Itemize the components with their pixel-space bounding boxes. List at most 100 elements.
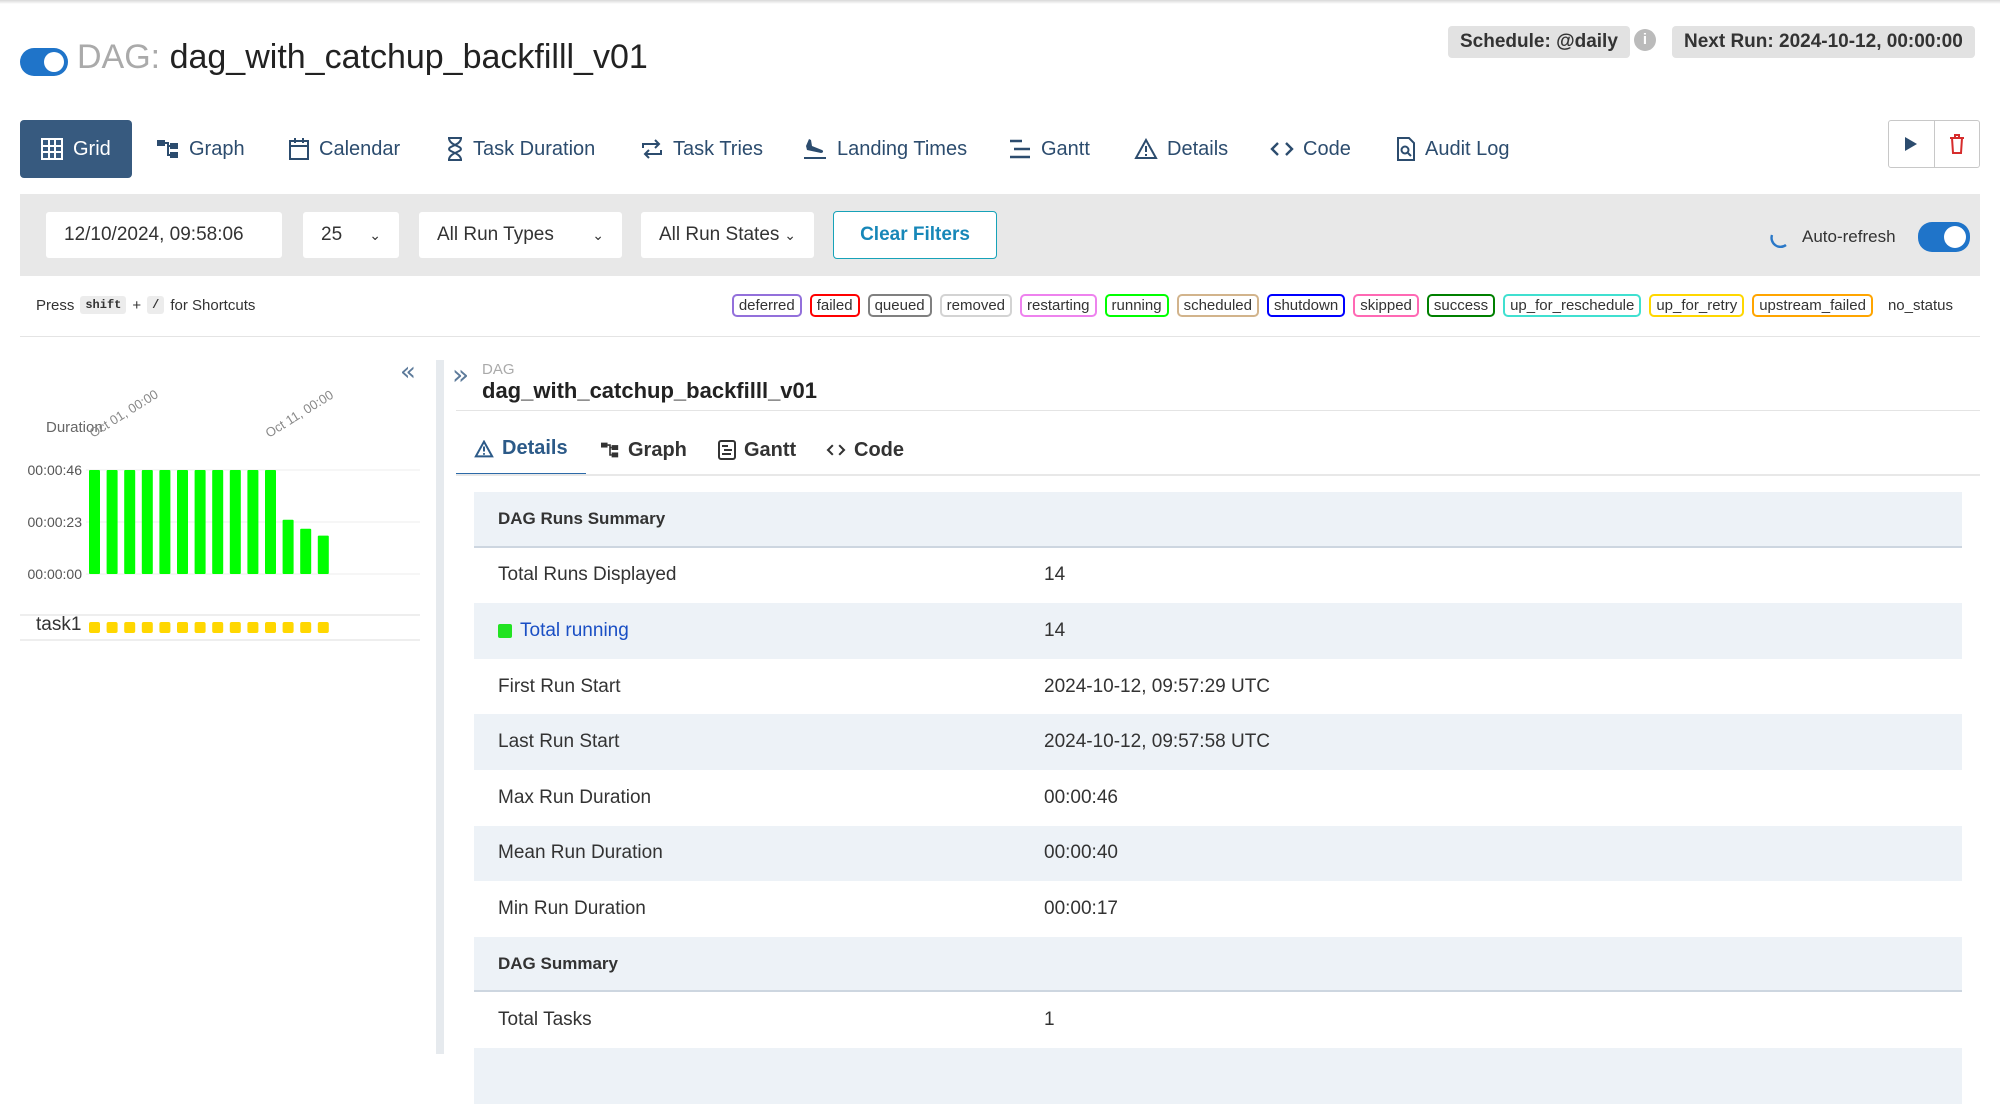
gantt-icon xyxy=(1010,139,1030,159)
double-chevron-right-icon[interactable]: » xyxy=(452,358,469,391)
table-row: First Run Start 2024-10-12, 09:57:29 UTC xyxy=(474,659,1962,715)
row-value: 00:00:46 xyxy=(1044,786,1118,808)
breadcrumb-dag-id[interactable]: dag_with_catchup_backfilll_v01 xyxy=(482,378,817,404)
tab-audit-log[interactable]: Audit Log xyxy=(1396,120,1510,178)
row-key: Max Run Duration xyxy=(498,786,652,808)
pane-resizer[interactable] xyxy=(436,360,444,1054)
table-row: Total Runs Displayed 14 xyxy=(474,548,1962,604)
total-running-link[interactable]: Total running xyxy=(474,620,1044,642)
tab-grid[interactable]: Grid xyxy=(20,120,132,178)
run-duration-chart: Duration 00:00:4600:00:2300:00:00 Oct 01… xyxy=(20,357,420,641)
run-bar[interactable] xyxy=(141,470,153,574)
subtab-details[interactable]: Details xyxy=(456,424,586,476)
task-label[interactable]: task1 xyxy=(36,614,81,635)
legend-scheduled[interactable]: scheduled xyxy=(1176,294,1259,317)
run-state-select[interactable]: All Run States ⌄ xyxy=(641,212,814,258)
legend-restarting[interactable]: restarting xyxy=(1020,294,1097,317)
subtab-gantt[interactable]: Gantt xyxy=(718,424,796,476)
delete-dag-button[interactable] xyxy=(1933,121,1980,167)
play-icon xyxy=(1905,137,1918,151)
row-value: 2024-10-12, 09:57:58 UTC xyxy=(1044,731,1271,753)
run-bar[interactable] xyxy=(282,519,294,574)
legend-removed[interactable]: removed xyxy=(939,294,1012,317)
row-key: Total Runs Displayed xyxy=(498,564,677,586)
task-instance-cell[interactable] xyxy=(247,622,259,633)
grid-icon xyxy=(41,138,63,160)
task-instance-cell[interactable] xyxy=(177,622,188,633)
run-bar[interactable] xyxy=(247,470,259,574)
row-key: Last Run Start xyxy=(498,731,620,753)
run-bar[interactable] xyxy=(177,470,188,574)
task-instance-cell[interactable] xyxy=(141,622,153,633)
tab-code[interactable]: Code xyxy=(1270,120,1351,178)
subtab-graph[interactable]: Graph xyxy=(600,424,687,476)
legend-queued[interactable]: queued xyxy=(867,294,932,317)
table-section-header: DAG Summary xyxy=(474,936,1962,993)
legend-shutdown[interactable]: shutdown xyxy=(1266,294,1346,317)
run-bar[interactable] xyxy=(194,470,206,574)
legend-skipped[interactable]: skipped xyxy=(1353,294,1419,317)
legend-success[interactable]: success xyxy=(1426,294,1496,317)
graph-icon xyxy=(601,442,619,458)
task-instance-cell[interactable] xyxy=(194,622,206,633)
task-instance-cell[interactable] xyxy=(300,622,312,633)
legend-failed[interactable]: failed xyxy=(809,294,860,317)
run-bar[interactable] xyxy=(106,470,118,574)
code-icon xyxy=(1270,142,1294,156)
run-bar[interactable] xyxy=(89,470,100,574)
task-instance-cell[interactable] xyxy=(89,622,100,633)
tab-graph[interactable]: Graph xyxy=(156,120,245,178)
legend-upstream-failed[interactable]: upstream_failed xyxy=(1752,294,1873,317)
task-instance-cell[interactable] xyxy=(212,622,224,633)
calendar-icon xyxy=(289,138,309,160)
legend-running[interactable]: running xyxy=(1104,294,1169,317)
run-type-select[interactable]: All Run Types ⌄ xyxy=(419,212,622,258)
landing-icon xyxy=(804,139,826,159)
row-value: 1 xyxy=(1044,1009,1055,1031)
dag-pause-toggle[interactable] xyxy=(20,48,68,76)
run-bar[interactable] xyxy=(229,470,241,574)
task-instance-cell[interactable] xyxy=(229,622,241,633)
run-bar[interactable] xyxy=(124,470,136,574)
tab-gantt[interactable]: Gantt xyxy=(1008,120,1090,178)
task-instance-cell[interactable] xyxy=(265,622,276,633)
task-instance-cell[interactable] xyxy=(106,622,118,633)
info-icon[interactable]: i xyxy=(1634,29,1656,51)
task-instance-cell[interactable] xyxy=(317,622,329,633)
auto-refresh-toggle[interactable] xyxy=(1917,222,1970,252)
tab-task-tries[interactable]: Task Tries xyxy=(640,120,763,178)
tab-details[interactable]: Details xyxy=(1134,120,1228,178)
base-date-input[interactable]: 12/10/2024, 09:58:06 xyxy=(46,212,282,258)
running-status-icon xyxy=(498,623,512,638)
row-value: 14 xyxy=(1044,619,1066,641)
shortcut-key: / xyxy=(147,296,165,314)
tab-landing-times[interactable]: Landing Times xyxy=(802,120,967,178)
tab-calendar[interactable]: Calendar xyxy=(288,120,400,178)
auto-refresh: Auto-refresh xyxy=(1768,222,1970,252)
double-chevron-left-icon[interactable]: « xyxy=(400,357,416,387)
tab-task-duration[interactable]: Task Duration xyxy=(446,120,595,178)
run-bar[interactable] xyxy=(317,535,329,574)
task-instance-cell[interactable] xyxy=(159,622,171,633)
legend-no-status[interactable]: no_status xyxy=(1880,294,1960,317)
schedule-badge: Schedule: @daily xyxy=(1448,26,1630,58)
run-bar[interactable] xyxy=(212,470,224,574)
shortcuts-hint: Press shift + / for Shortcuts xyxy=(36,296,256,314)
task-instance-cell[interactable] xyxy=(282,622,294,633)
table-section-header: DAG Runs Summary xyxy=(474,492,1962,548)
legend-up-for-retry[interactable]: up_for_retry xyxy=(1649,294,1745,317)
divider xyxy=(456,410,1980,411)
task-instance-cell[interactable] xyxy=(124,622,136,633)
chevron-down-icon: ⌄ xyxy=(369,226,381,243)
clear-filters-button[interactable]: Clear Filters xyxy=(833,211,997,259)
run-bar[interactable] xyxy=(265,470,276,574)
trigger-dag-button[interactable] xyxy=(1889,121,1934,167)
row-value: 00:00:17 xyxy=(1044,897,1118,919)
legend-up-for-reschedule[interactable]: up_for_reschedule xyxy=(1503,294,1642,317)
legend-deferred[interactable]: deferred xyxy=(731,294,802,317)
row-value: 14 xyxy=(1044,564,1066,586)
run-bar[interactable] xyxy=(159,470,171,574)
subtab-code[interactable]: Code xyxy=(826,424,904,476)
num-runs-select[interactable]: 25 ⌄ xyxy=(303,212,399,258)
run-bar[interactable] xyxy=(300,528,312,574)
